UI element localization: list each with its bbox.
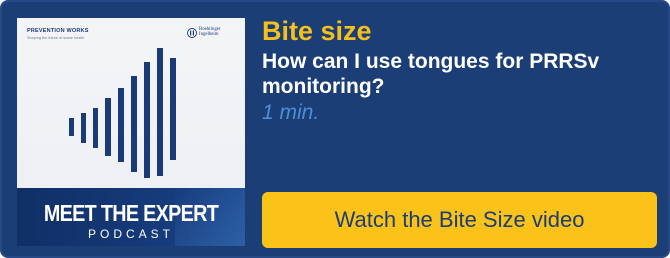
watch-video-button-label: Watch the Bite Size video [334,207,585,232]
bite-size-heading: Bite size [262,16,372,46]
podcast-cover-image: PREVENTION WORKS Shaping the future of s… [17,18,245,246]
watch-video-button[interactable]: Watch the Bite Size video [262,192,657,248]
cover-title: MEET THE EXPERT [43,200,219,226]
cover-title-band: MEET THE EXPERT PODCAST [17,188,245,246]
cover-subtitle: PODCAST [87,227,174,241]
video-duration: 1 min. [262,101,320,124]
bite-size-promo-card: PREVENTION WORKS Shaping the future of s… [0,0,670,258]
video-question-title: How can I use tongues for PRRSv monitori… [262,50,600,98]
